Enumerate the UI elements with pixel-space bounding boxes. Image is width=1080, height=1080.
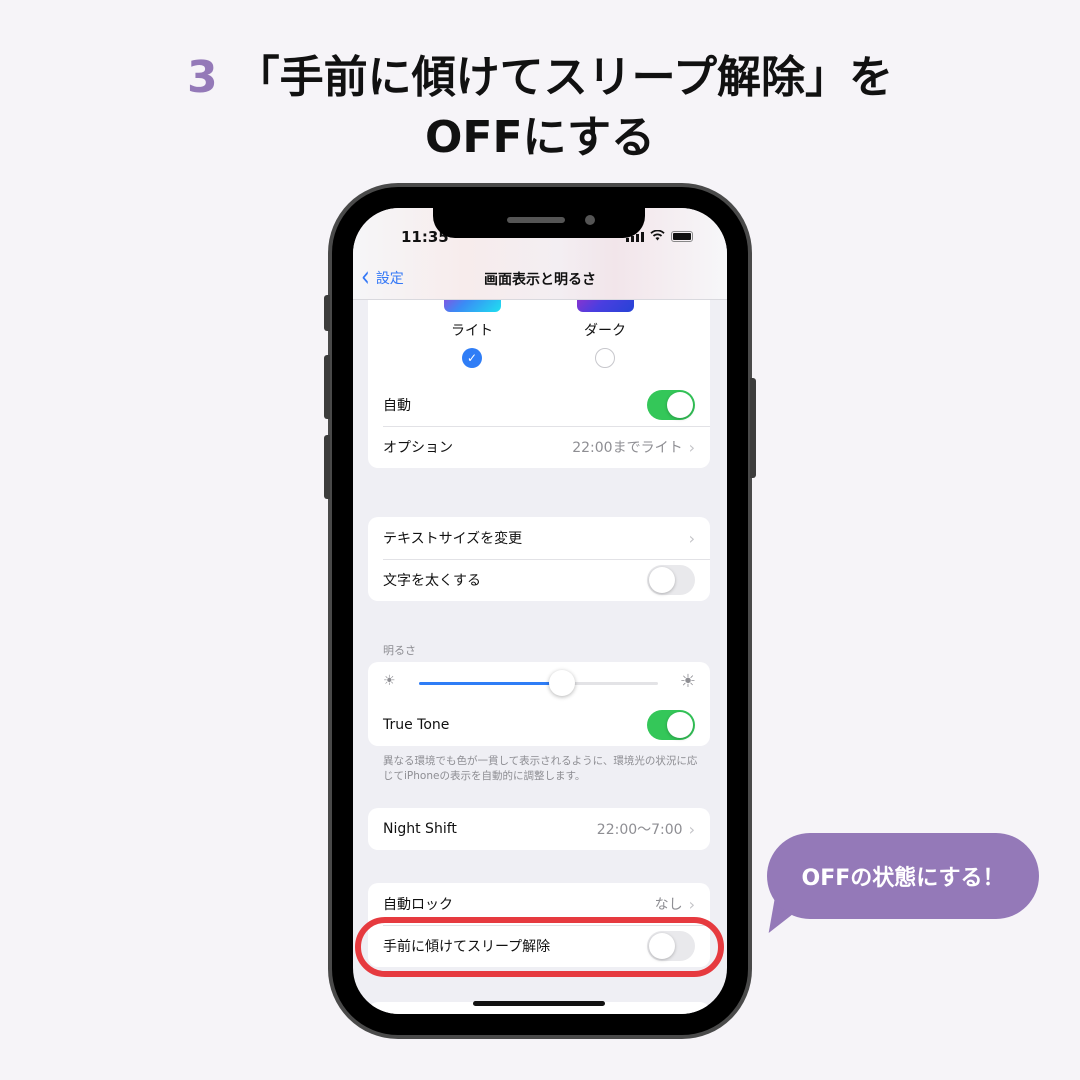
bold-text-label: 文字を太くする	[383, 573, 481, 589]
text-size-row[interactable]: テキストサイズを変更 ›	[368, 517, 710, 559]
highlight-ring	[355, 917, 724, 977]
chevron-right-icon: ›	[688, 528, 695, 548]
auto-appearance-row: 自動	[368, 384, 710, 426]
battery-icon	[671, 231, 693, 242]
home-indicator	[473, 1001, 605, 1006]
step-number: 3	[187, 52, 218, 103]
sun-small-icon: ☀	[383, 673, 396, 689]
phone-screen: 11:35 ‹ 設定 画面表示と明るさ ライト ダーク ✓ 自動 オプション 2…	[353, 208, 727, 1014]
headline: 3 「手前に傾けてスリープ解除」を OFFにする	[0, 48, 1080, 168]
headline-line-1: 3 「手前に傾けてスリープ解除」を	[187, 52, 893, 103]
brightness-group: ☀ ☀ True Tone	[368, 662, 710, 746]
dark-mode-radio[interactable]	[595, 348, 615, 368]
dark-mode-label: ダーク	[584, 323, 626, 339]
chevron-right-icon: ›	[688, 894, 695, 914]
light-mode-radio[interactable]: ✓	[462, 348, 482, 368]
text-group: テキストサイズを変更 › 文字を太くする	[368, 517, 710, 601]
night-shift-value: 22:00〜7:00	[596, 822, 683, 838]
camera	[585, 215, 595, 225]
options-row[interactable]: オプション 22:00までライト ›	[368, 426, 710, 468]
page-title: 画面表示と明るさ	[484, 272, 596, 288]
brightness-slider-thumb[interactable]	[549, 670, 576, 696]
options-label: オプション	[383, 440, 453, 456]
auto-label: 自動	[383, 398, 411, 414]
auto-lock-value: なし	[654, 897, 683, 913]
true-tone-label: True Tone	[383, 717, 450, 733]
true-tone-row: True Tone	[368, 704, 710, 746]
auto-lock-label: 自動ロック	[383, 897, 453, 913]
options-value: 22:00までライト	[572, 440, 683, 456]
appearance-group: ライト ダーク ✓ 自動 オプション 22:00までライト ›	[368, 286, 710, 468]
brightness-slider-row: ☀ ☀	[368, 662, 710, 704]
text-size-label: テキストサイズを変更	[383, 531, 523, 547]
callout-text: OFFの状態にする！	[801, 866, 1005, 891]
night-shift-row[interactable]: Night Shift 22:00〜7:00 ›	[368, 808, 710, 850]
bold-text-toggle[interactable]	[647, 565, 695, 595]
night-shift-group: Night Shift 22:00〜7:00 ›	[368, 808, 710, 850]
night-shift-label: Night Shift	[383, 821, 457, 837]
brightness-fill	[419, 682, 563, 685]
phone-mockup: 11:35 ‹ 設定 画面表示と明るさ ライト ダーク ✓ 自動 オプション 2…	[324, 183, 756, 1039]
auto-appearance-toggle[interactable]	[647, 390, 695, 420]
chevron-right-icon: ›	[688, 819, 695, 839]
appearance-selector: ライト ダーク ✓	[368, 286, 710, 384]
notch	[433, 208, 645, 238]
chevron-right-icon: ›	[688, 437, 695, 457]
volume-up-button	[324, 355, 330, 419]
power-button	[750, 378, 756, 478]
light-mode-label: ライト	[451, 323, 493, 339]
speaker	[507, 217, 565, 223]
true-tone-footnote: 異なる環境でも色が一貫して表示されるように、環境光の状況に応じてiPhoneの表…	[383, 755, 698, 782]
checkmark-icon: ✓	[466, 351, 478, 365]
mute-switch	[324, 295, 330, 331]
brightness-header: 明るさ	[383, 644, 416, 657]
headline-line-2: OFFにする	[425, 112, 655, 163]
true-tone-toggle[interactable]	[647, 710, 695, 740]
sun-large-icon: ☀	[679, 671, 696, 692]
brightness-slider[interactable]	[419, 682, 658, 685]
bold-text-row: 文字を太くする	[368, 559, 710, 601]
volume-down-button	[324, 435, 330, 499]
wifi-icon	[650, 229, 665, 243]
callout-bubble: OFFの状態にする！	[767, 833, 1039, 919]
